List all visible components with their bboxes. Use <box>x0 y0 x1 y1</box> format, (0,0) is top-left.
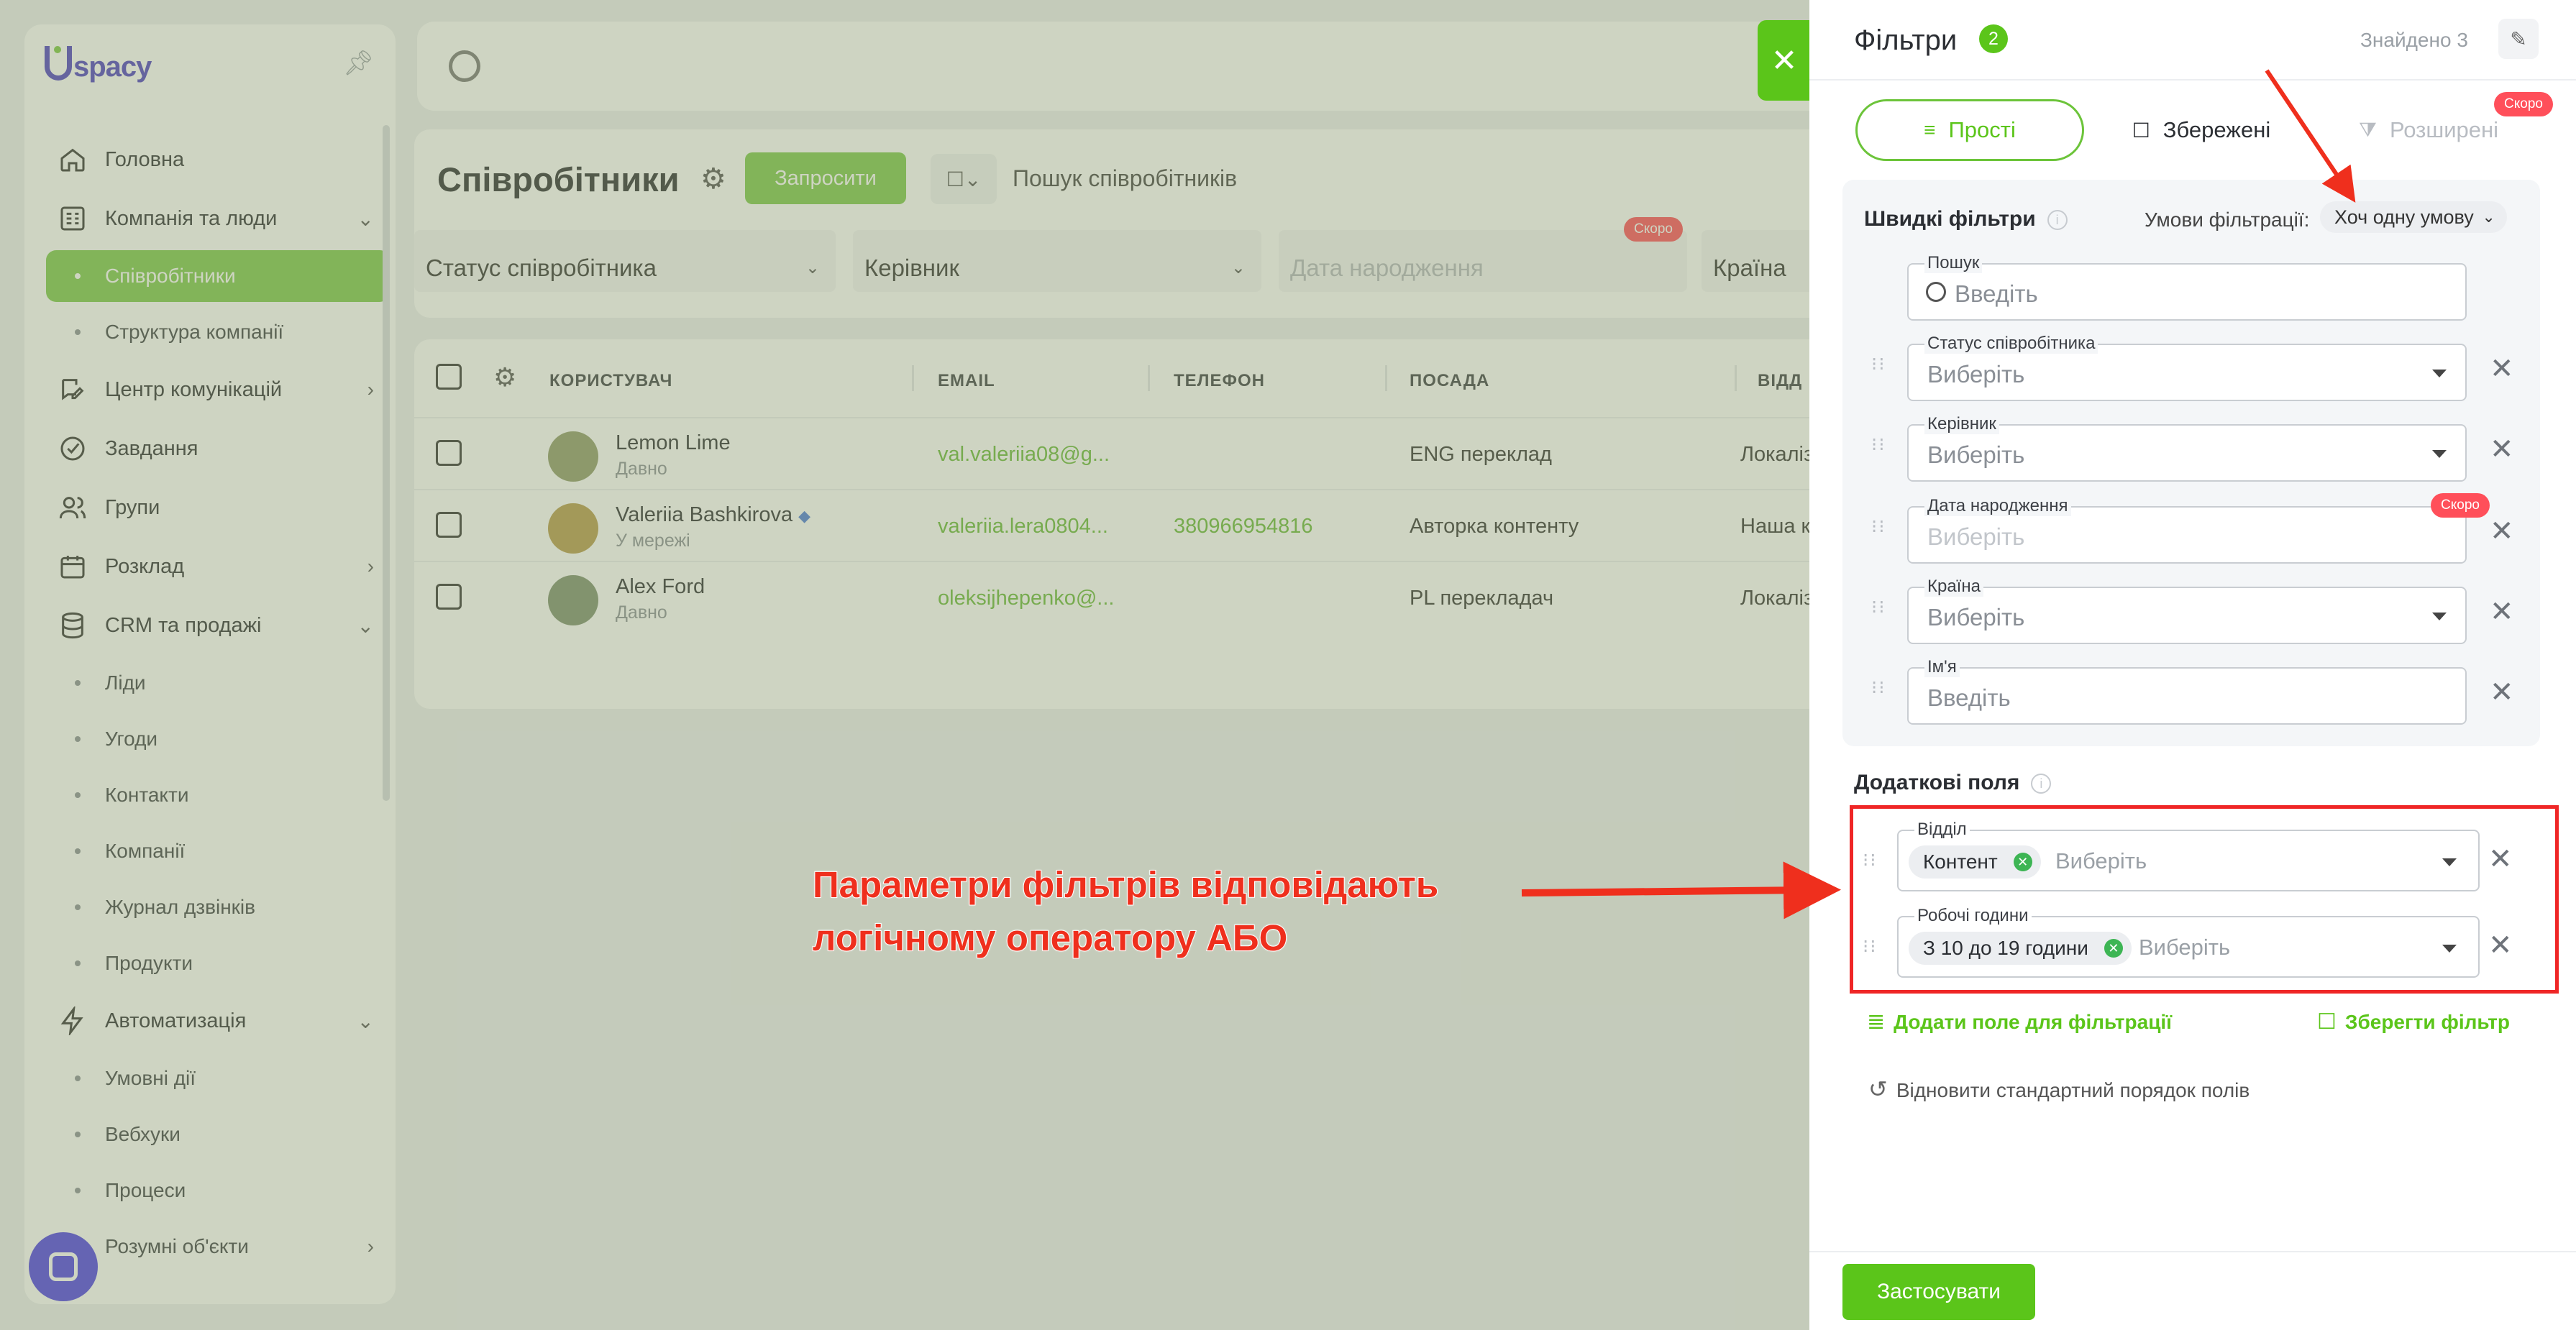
annotation-arrow-horizontal <box>1521 861 1841 919</box>
annotation-arrow-condition <box>2265 69 2356 203</box>
annotation-line: логічному оператору АБО <box>812 917 1288 959</box>
annotation-text: Параметри фільтрів відповідають логічном… <box>812 858 1439 965</box>
annotation-line: Параметри фільтрів відповідають <box>812 863 1439 906</box>
annotation-arrows <box>1521 69 2356 919</box>
